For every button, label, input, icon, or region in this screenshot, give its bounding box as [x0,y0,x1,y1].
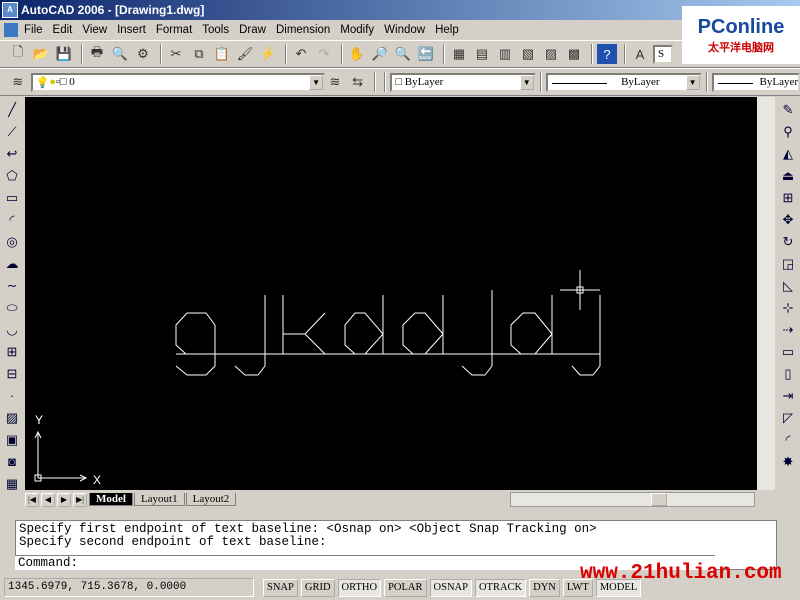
horizontal-scrollbar[interactable] [510,492,755,507]
glyph-g [175,312,216,376]
ucs-y-label: Y [35,413,43,427]
last-tab-icon[interactable]: ▶| [73,492,87,507]
dyn-toggle[interactable]: DYN [529,578,560,597]
otrack-toggle[interactable]: OTRACK [474,578,527,597]
osnap-toggle[interactable]: OSNAP [429,578,472,597]
first-tab-icon[interactable]: |◀ [25,492,39,507]
command-history-line: Specify second endpoint of text baseline… [19,535,327,549]
snap-toggle[interactable]: SNAP [263,578,298,597]
tab-model[interactable]: Model [89,493,133,506]
vertical-scrollbar[interactable] [757,97,775,490]
glyph-d [510,295,553,355]
glyph-d [402,295,444,355]
grid-toggle[interactable]: GRID [300,578,335,597]
ucs-x-label: X [93,473,101,487]
next-tab-icon[interactable]: ▶ [57,492,71,507]
glyph-k [282,295,326,355]
glyph-j [571,295,601,376]
tab-layout1[interactable]: Layout1 [133,493,185,506]
glyph-d [344,295,384,355]
coordinate-readout: 1345.6979, 715.3678, 0.0000 [4,578,254,597]
glyph-j [461,290,493,376]
polar-toggle[interactable]: POLAR [384,578,427,597]
watermark: www.21hulian.com [580,562,782,585]
crosshair-cursor [560,270,600,310]
prev-tab-icon[interactable]: ◀ [41,492,55,507]
tab-layout2[interactable]: Layout2 [185,493,237,506]
ucs-icon [34,430,88,482]
glyph-j [234,295,266,376]
ortho-toggle[interactable]: ORTHO [337,578,382,597]
drawing-geometry: Y X [34,270,601,487]
